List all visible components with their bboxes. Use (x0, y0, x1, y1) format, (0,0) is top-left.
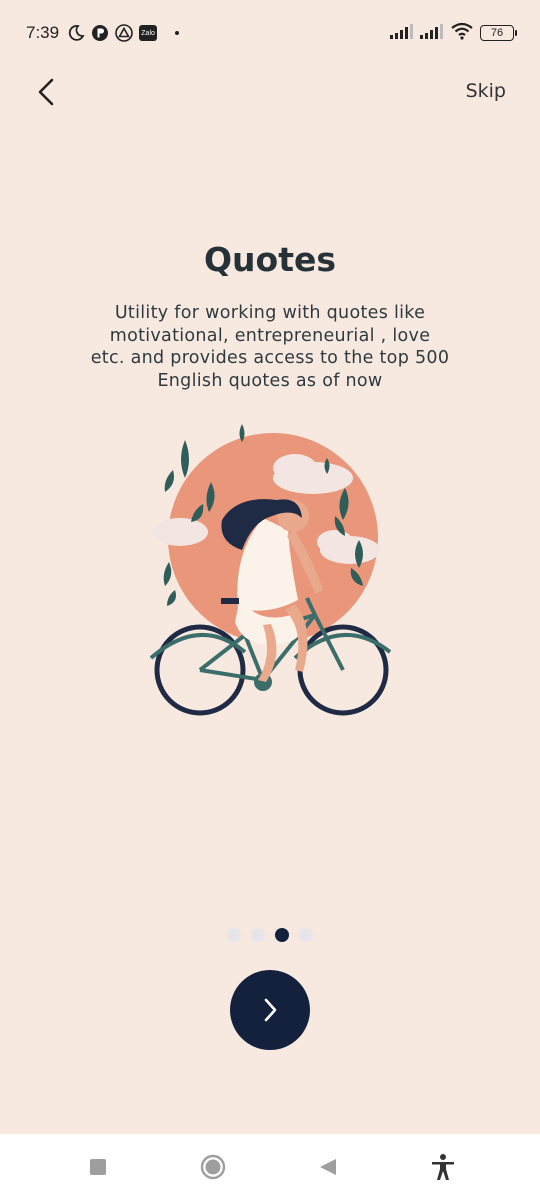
zalo-icon: Zalo (139, 25, 158, 41)
accessibility-button[interactable] (423, 1147, 463, 1187)
p-badge-icon (91, 24, 109, 42)
page-dot[interactable] (299, 928, 313, 942)
recents-button[interactable] (78, 1147, 118, 1187)
status-time: 7:39 (26, 23, 60, 42)
page-indicator (0, 928, 540, 942)
accessibility-icon (431, 1154, 454, 1180)
back-triangle-icon (319, 1159, 336, 1175)
back-button[interactable] (28, 72, 64, 112)
page-description: Utility for working with quotes like mot… (90, 303, 450, 391)
home-button[interactable] (193, 1147, 233, 1187)
page-dot[interactable] (251, 928, 265, 942)
status-right: 76 (390, 22, 517, 44)
status-bar: 7:39 Zalo 76 (0, 0, 540, 66)
next-button[interactable] (230, 970, 310, 1050)
home-circle-icon (200, 1154, 225, 1180)
page-dot-active[interactable] (275, 928, 289, 942)
skip-button[interactable]: Skip (466, 80, 506, 102)
page-title: Quotes (203, 240, 337, 279)
drive-icon (115, 24, 133, 42)
wifi-icon (450, 22, 474, 44)
chevron-left-icon (38, 78, 54, 106)
signal-icon (420, 23, 444, 43)
recents-square-icon (89, 1159, 106, 1175)
status-left: 7:39 Zalo (26, 23, 180, 43)
chevron-right-icon (264, 998, 277, 1022)
notification-dot-icon (175, 31, 180, 35)
battery-icon: 76 (480, 25, 517, 41)
woman-riding-bicycle-illustration (145, 420, 400, 725)
page-dot[interactable] (227, 928, 241, 942)
back-nav-button[interactable] (308, 1147, 348, 1187)
moon-icon (67, 24, 85, 42)
system-nav-bar (0, 1134, 540, 1200)
signal-icon (390, 23, 414, 43)
